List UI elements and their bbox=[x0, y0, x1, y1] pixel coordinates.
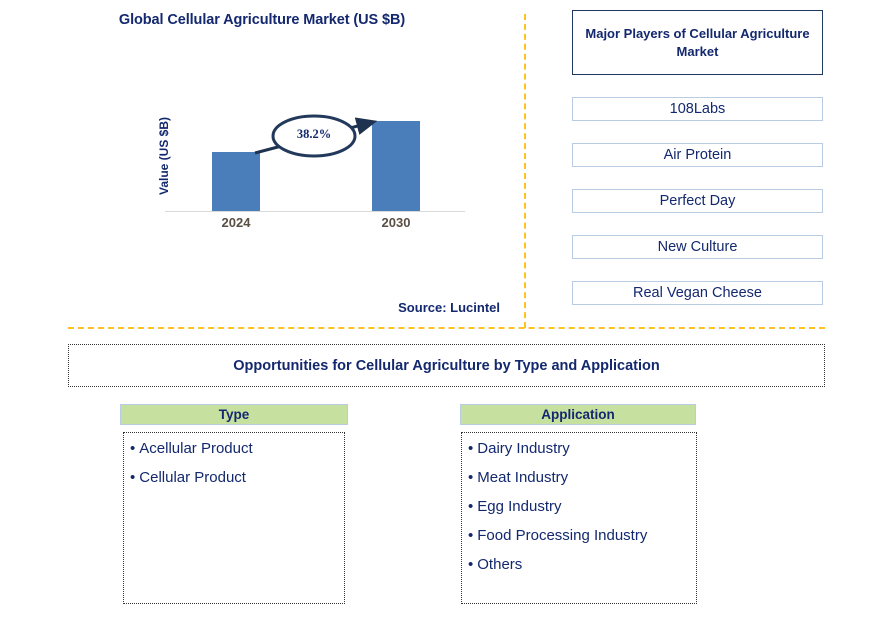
type-list-item-label: Cellular Product bbox=[139, 469, 246, 486]
application-list-item: • Food Processing Industry bbox=[468, 528, 696, 543]
application-list-item-label: Dairy Industry bbox=[477, 440, 570, 457]
chart-title: Global Cellular Agriculture Market (US $… bbox=[118, 12, 406, 28]
cagr-value-label: 38.2% bbox=[296, 127, 332, 141]
bullet-icon: • bbox=[130, 440, 136, 457]
player-item: New Culture bbox=[572, 235, 823, 259]
bullet-icon: • bbox=[468, 469, 474, 486]
major-players-list: 108Labs Air Protein Perfect Day New Cult… bbox=[572, 97, 823, 305]
major-players-title: Major Players of Cellular Agriculture Ma… bbox=[572, 10, 823, 75]
application-column-body: • Dairy Industry • Meat Industry • Egg Indu… bbox=[461, 432, 697, 604]
type-column-header: Type bbox=[120, 404, 348, 425]
application-list-item-label: Meat Industry bbox=[477, 469, 569, 486]
major-players-panel: Major Players of Cellular Agriculture Ma… bbox=[572, 10, 823, 305]
bullet-icon: • bbox=[468, 498, 474, 515]
bullet-icon: • bbox=[130, 469, 136, 486]
type-list-item: • Cellular Product bbox=[130, 470, 344, 485]
player-item: Perfect Day bbox=[572, 189, 823, 213]
player-item: Air Protein bbox=[572, 143, 823, 167]
horizontal-divider bbox=[68, 327, 825, 329]
market-chart-panel: Global Cellular Agriculture Market (US $… bbox=[0, 0, 524, 328]
cagr-arrow-icon bbox=[254, 114, 378, 158]
opportunities-banner: Opportunities for Cellular Agriculture b… bbox=[68, 344, 825, 387]
player-item: 108Labs bbox=[572, 97, 823, 121]
application-list-item-label: Food Processing Industry bbox=[477, 527, 648, 544]
vertical-divider bbox=[524, 14, 526, 328]
application-list-item: • Meat Industry bbox=[468, 470, 696, 485]
application-list-item: • Others bbox=[468, 557, 696, 572]
source-label: Source: Lucintel bbox=[398, 300, 500, 315]
type-list-item-label: Acellular Product bbox=[139, 440, 253, 457]
player-item: Real Vegan Cheese bbox=[572, 281, 823, 305]
bullet-icon: • bbox=[468, 556, 474, 573]
type-column-body: • Acellular Product • Cellular Product bbox=[123, 432, 345, 604]
application-list-item-label: Others bbox=[477, 556, 523, 573]
application-column-header: Application bbox=[460, 404, 696, 425]
application-list-item: • Egg Industry bbox=[468, 499, 696, 514]
application-list-item-label: Egg Industry bbox=[477, 498, 562, 515]
bullet-icon: • bbox=[468, 527, 474, 544]
type-list-item: • Acellular Product bbox=[130, 441, 344, 456]
application-list-item: • Dairy Industry bbox=[468, 441, 696, 456]
bullet-icon: • bbox=[468, 440, 474, 457]
